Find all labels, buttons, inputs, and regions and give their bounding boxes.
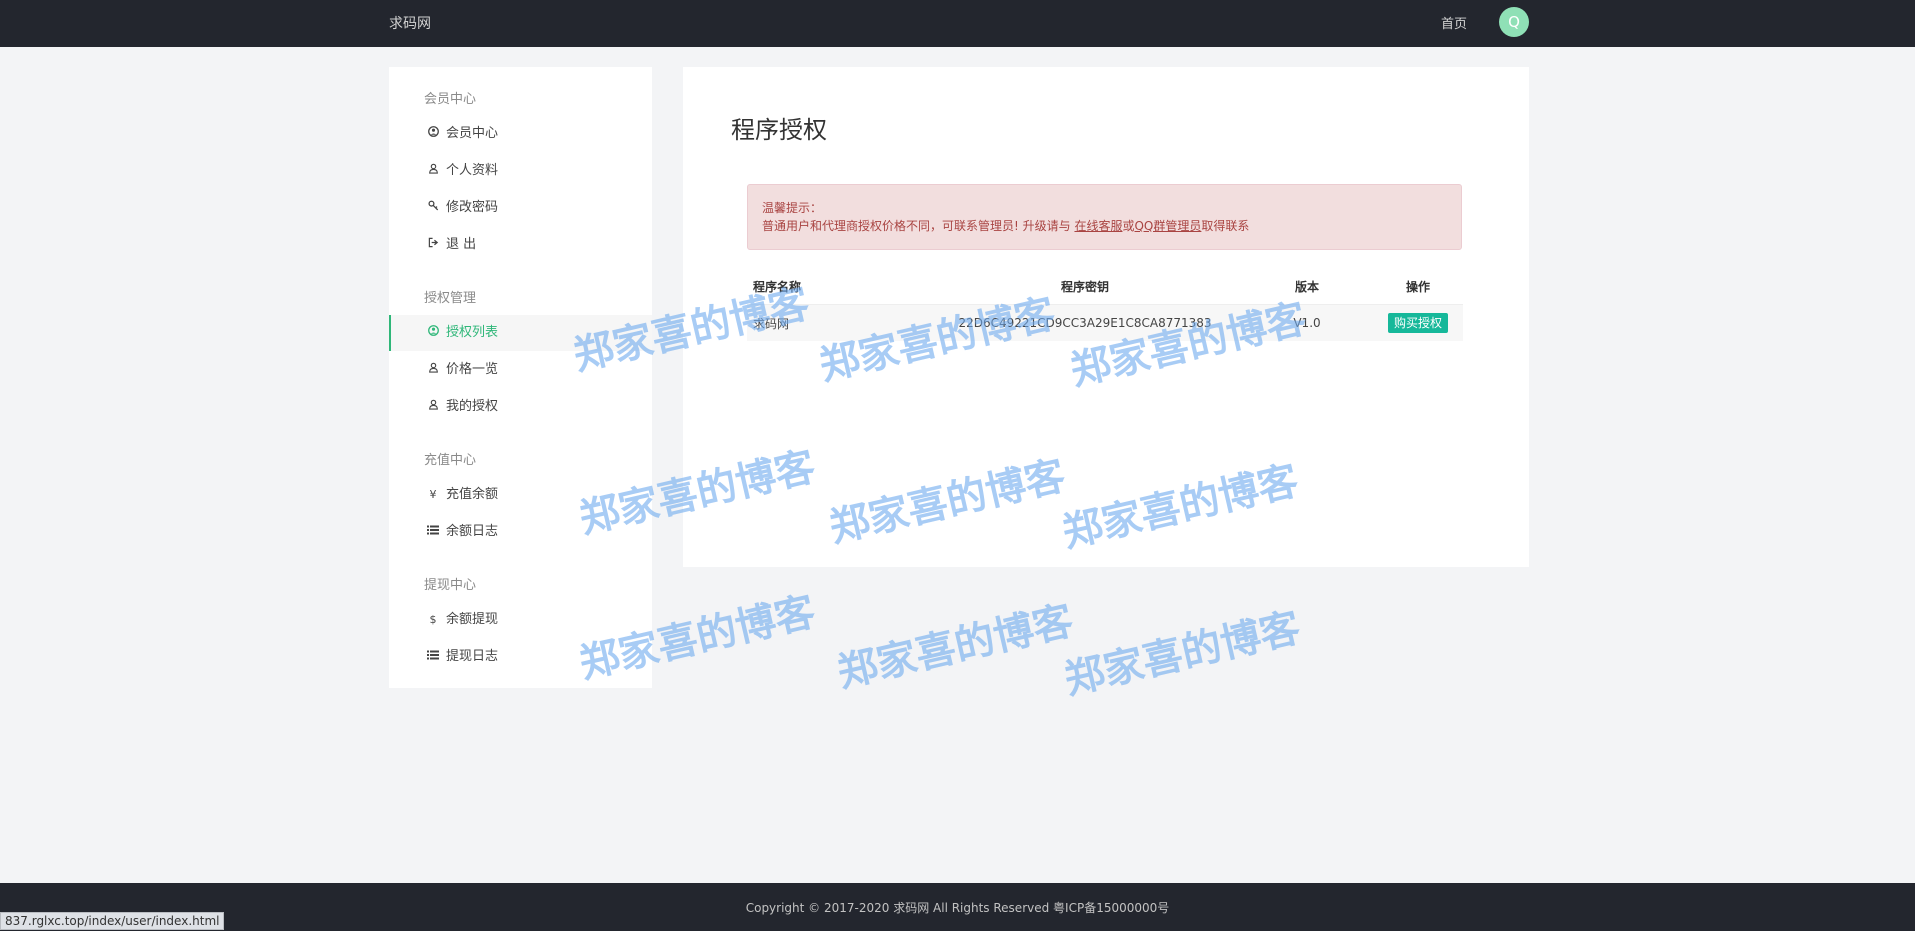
sidebar-group-title-withdraw: 提现中心: [424, 578, 477, 593]
user-icon: [426, 389, 440, 425]
site-brand[interactable]: 求码网: [389, 13, 431, 33]
home-link[interactable]: 首页: [1441, 13, 1467, 32]
copyright-text: Copyright © 2017-2020 求码网 All Rights Res…: [745, 901, 1170, 915]
sidebar-item-label: 充值余额: [446, 487, 499, 502]
alert-title: 温馨提示：: [762, 201, 823, 215]
sidebar-item-logout[interactable]: 退 出: [389, 227, 652, 263]
sign-out-icon: [426, 227, 440, 263]
top-nav-bar: 求码网 首页 Q: [0, 0, 1915, 47]
cell-key: 22D6C49221CD9CC3A29E1C8CA8771383: [929, 304, 1241, 341]
sidebar-item-label: 会员中心: [446, 126, 499, 141]
list-icon: [426, 639, 440, 675]
sidebar-item-my-licenses[interactable]: 我的授权: [389, 389, 652, 425]
sidebar-item-label: 退 出: [446, 237, 477, 252]
status-bar-url: 837.rglxc.top/index/user/index.html: [0, 912, 225, 930]
column-header-version: 版本: [1294, 279, 1319, 294]
sidebar: 会员中心 会员中心 个人资料 修改密码 退 出 授权管理 授权列表 价格一览 我…: [389, 67, 652, 688]
footer: Copyright © 2017-2020 求码网 All Rights Res…: [0, 883, 1915, 931]
sidebar-item-member-center[interactable]: 会员中心: [389, 116, 652, 152]
qq-group-admin-link[interactable]: QQ群管理员: [1134, 219, 1201, 233]
page-title: 程序授权: [731, 116, 827, 144]
user-circle-icon: [426, 315, 440, 351]
notice-alert: 温馨提示： 普通用户和代理商授权价格不同，可联系管理员! 升级请与 在线客服或Q…: [747, 184, 1462, 250]
sidebar-item-profile[interactable]: 个人资料: [389, 153, 652, 189]
dollar-icon: $: [429, 613, 437, 626]
sidebar-item-label: 授权列表: [446, 325, 499, 340]
sidebar-item-withdraw[interactable]: $ 余额提现: [389, 602, 652, 638]
sidebar-item-label: 提现日志: [446, 649, 499, 664]
sidebar-group-title-license: 授权管理: [424, 291, 477, 306]
alert-text: 普通用户和代理商授权价格不同，可联系管理员! 升级请与: [762, 219, 1075, 233]
cell-action: 购买授权: [1373, 304, 1463, 341]
sidebar-item-recharge[interactable]: ¥ 充值余额: [389, 477, 652, 513]
alert-text-suffix: 取得联系: [1201, 219, 1250, 233]
online-support-link[interactable]: 在线客服: [1074, 219, 1122, 233]
key-icon: [426, 190, 440, 226]
license-table: 程序名称 程序密钥 版本 操作 求码网 22D6C49221CD9CC3A29E…: [747, 268, 1463, 341]
sidebar-item-price-list[interactable]: 价格一览: [389, 352, 652, 388]
column-header-key: 程序密钥: [1060, 279, 1109, 294]
sidebar-item-balance-log[interactable]: 余额日志: [389, 514, 652, 550]
alert-text-or: 或: [1122, 219, 1135, 233]
table-header-row: 程序名称 程序密钥 版本 操作: [747, 268, 1463, 305]
column-header-name: 程序名称: [753, 279, 802, 294]
sidebar-item-label: 余额日志: [446, 524, 499, 539]
sidebar-item-withdraw-log[interactable]: 提现日志: [389, 639, 652, 675]
sidebar-item-license-list[interactable]: 授权列表: [389, 315, 652, 351]
watermark-text: 郑家喜的博客: [1060, 604, 1305, 704]
alert-body: 普通用户和代理商授权价格不同，可联系管理员! 升级请与 在线客服或QQ群管理员取…: [762, 217, 1249, 234]
main-panel: 程序授权 温馨提示： 普通用户和代理商授权价格不同，可联系管理员! 升级请与 在…: [683, 67, 1529, 567]
sidebar-item-label: 修改密码: [446, 200, 499, 215]
sidebar-item-label: 我的授权: [446, 399, 499, 414]
column-header-action: 操作: [1405, 279, 1430, 294]
list-icon: [426, 514, 440, 550]
cell-version: V1.0: [1241, 304, 1373, 341]
cell-name: 求码网: [747, 304, 929, 341]
table-row: 求码网 22D6C49221CD9CC3A29E1C8CA8771383 V1.…: [747, 304, 1463, 341]
sidebar-item-label: 价格一览: [446, 362, 499, 377]
yen-icon: ¥: [429, 488, 437, 501]
buy-license-button[interactable]: 购买授权: [1387, 313, 1448, 333]
user-circle-icon: [426, 116, 440, 152]
user-avatar[interactable]: Q: [1499, 7, 1529, 37]
watermark-text: 郑家喜的博客: [833, 597, 1078, 697]
user-icon: [426, 153, 440, 189]
user-icon: [426, 352, 440, 388]
sidebar-item-label: 个人资料: [446, 163, 499, 178]
sidebar-group-title-member: 会员中心: [424, 92, 477, 107]
sidebar-item-change-password[interactable]: 修改密码: [389, 190, 652, 226]
sidebar-group-title-recharge: 充值中心: [424, 453, 477, 468]
sidebar-item-label: 余额提现: [446, 612, 499, 627]
